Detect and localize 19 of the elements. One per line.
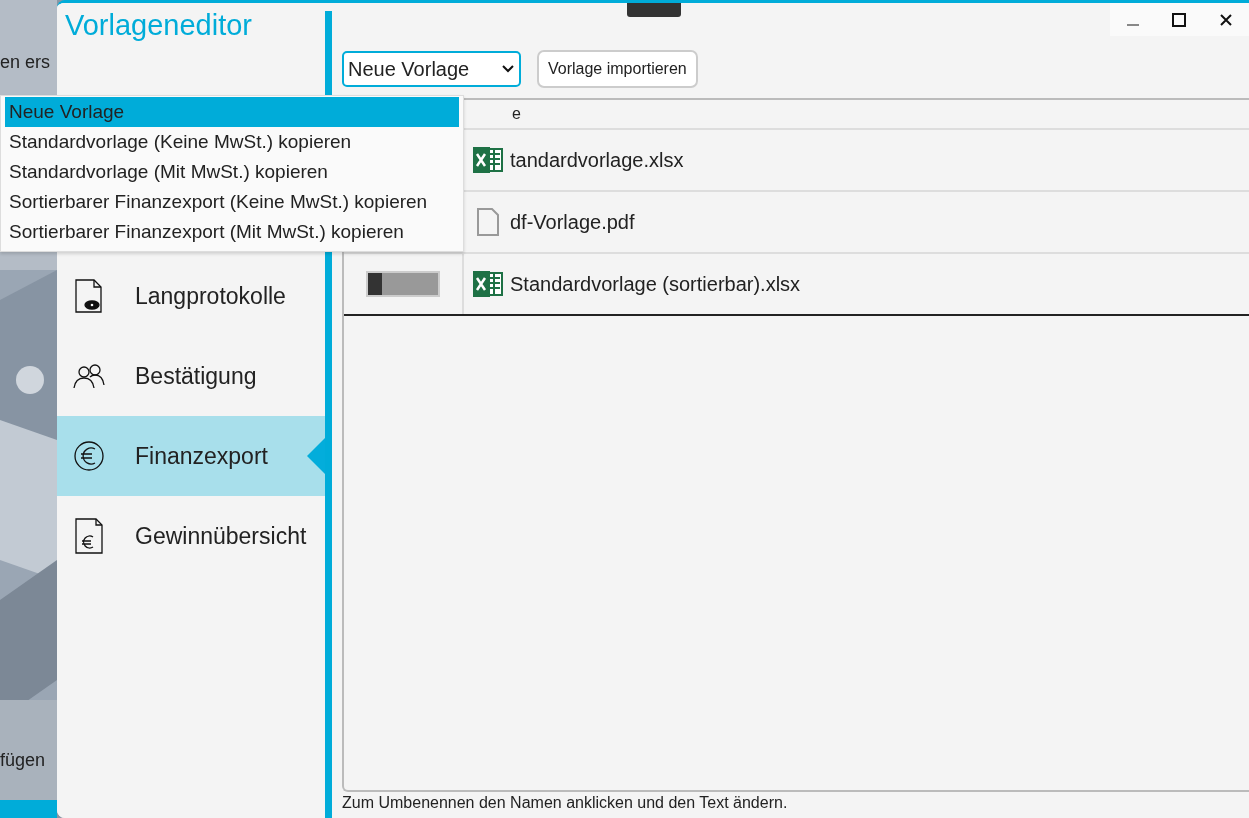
- file-name[interactable]: tandardvorlage.xlsx: [510, 148, 684, 172]
- dropdown-option[interactable]: Neue Vorlage: [5, 97, 459, 127]
- sidebar-item[interactable]: Finanzexport: [57, 416, 325, 496]
- dropdown-option[interactable]: Standardvorlage (Keine MwSt.) kopieren: [5, 127, 459, 157]
- dropdown-option[interactable]: Sortierbarer Finanzexport (Keine MwSt.) kopieren: [5, 187, 459, 217]
- import-button[interactable]: Vorlage importieren: [537, 50, 698, 88]
- file-name[interactable]: df-Vorlage.pdf: [510, 210, 635, 234]
- sidebar-item[interactable]: Langprotokolle: [57, 256, 325, 336]
- sidebar-item[interactable]: Bestätigung: [57, 336, 325, 416]
- sidebar-item[interactable]: Gewinnübersicht: [57, 496, 325, 576]
- status-text: Zum Umbenennen den Namen anklicken und den Text ändern.: [342, 793, 789, 813]
- template-select[interactable]: Neue Vorlage: [342, 51, 521, 87]
- window-title: Vorlageneditor: [64, 8, 254, 43]
- column-header: e: [512, 105, 521, 123]
- background-text: fügen: [0, 750, 46, 771]
- file-name[interactable]: Standardvorlage (sortierbar).xlsx: [510, 272, 801, 296]
- background-text: en ers: [0, 52, 51, 73]
- dropdown-option[interactable]: Sortierbarer Finanzexport (Mit MwSt.) kopieren: [5, 217, 459, 247]
- dropdown-option[interactable]: Standardvorlage (Mit MwSt.) kopieren: [5, 157, 459, 187]
